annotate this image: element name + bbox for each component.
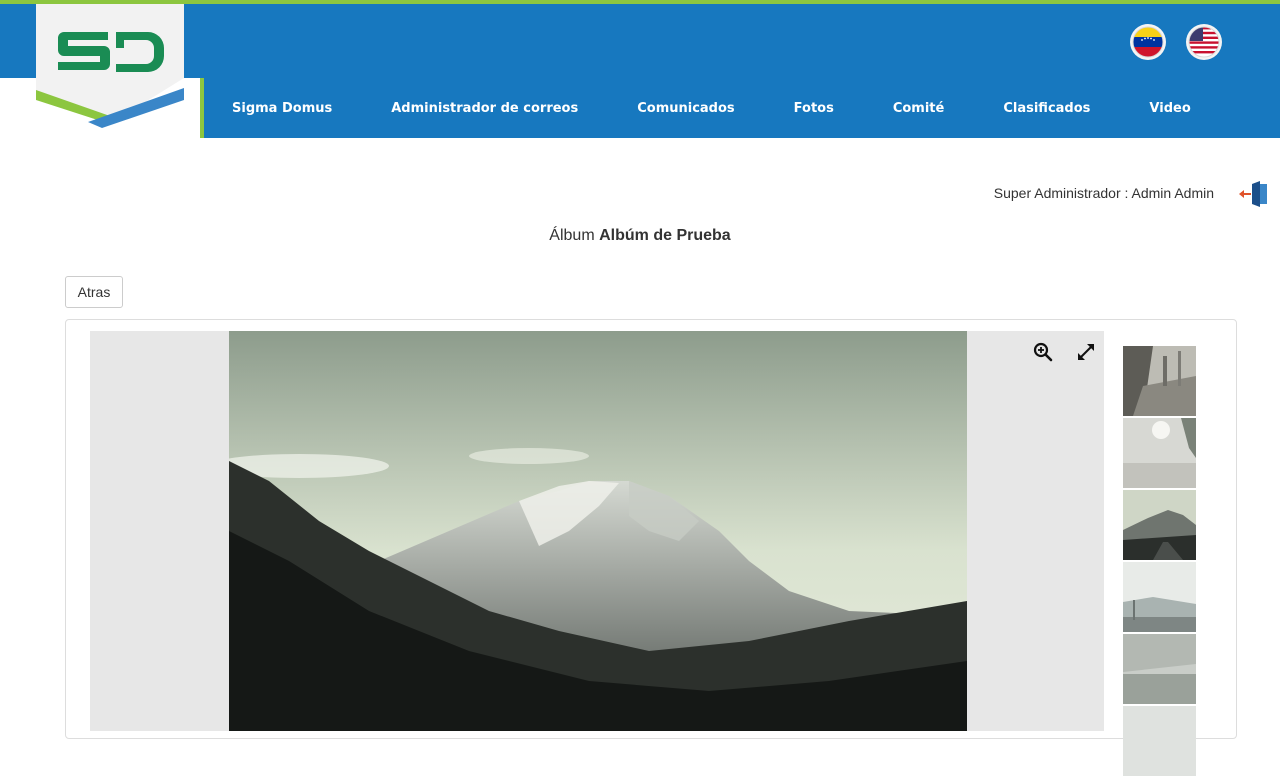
zoom-in-icon[interactable]	[1032, 341, 1054, 363]
page-title: Álbum Albúm de Prueba	[0, 227, 1280, 245]
nav-item-clasificados[interactable]: Clasificados	[1003, 101, 1090, 116]
photo-thumbnail[interactable]	[1123, 490, 1196, 560]
fullscreen-icon[interactable]	[1075, 341, 1097, 363]
nav-item-sigma-domus[interactable]: Sigma Domus	[232, 101, 332, 116]
nav-item-fotos[interactable]: Fotos	[794, 101, 834, 116]
photo-thumbnail[interactable]	[1123, 634, 1196, 704]
site-logo[interactable]	[36, 4, 184, 136]
logout-icon[interactable]	[1238, 180, 1268, 208]
album-prefix: Álbum	[549, 227, 595, 244]
nav-item-video[interactable]: Video	[1149, 101, 1190, 116]
main-photo[interactable]	[229, 331, 967, 731]
usa-flag-icon[interactable]	[1186, 24, 1222, 60]
main-nav: Sigma Domus Administrador de correos Com…	[204, 78, 1191, 138]
photo-thumbnail[interactable]	[1123, 706, 1196, 776]
header-bar	[0, 4, 1280, 78]
thumbnail-strip	[1123, 346, 1196, 778]
photo-thumbnail[interactable]	[1123, 562, 1196, 632]
nav-item-comunicados[interactable]: Comunicados	[637, 101, 734, 116]
album-name: Albúm de Prueba	[599, 227, 731, 244]
user-name: Admin Admin	[1131, 185, 1214, 201]
back-button[interactable]: Atras	[65, 276, 123, 308]
nav-item-administrador-correos[interactable]: Administrador de correos	[391, 101, 578, 116]
user-separator: :	[1120, 185, 1132, 201]
nav-item-comite[interactable]: Comité	[893, 101, 945, 116]
current-user-label: Super Administrador : Admin Admin	[994, 185, 1214, 201]
photo-thumbnail[interactable]	[1123, 346, 1196, 416]
user-role: Super Administrador	[993, 185, 1121, 201]
photo-thumbnail[interactable]	[1123, 418, 1196, 488]
venezuela-flag-icon[interactable]	[1130, 24, 1166, 60]
